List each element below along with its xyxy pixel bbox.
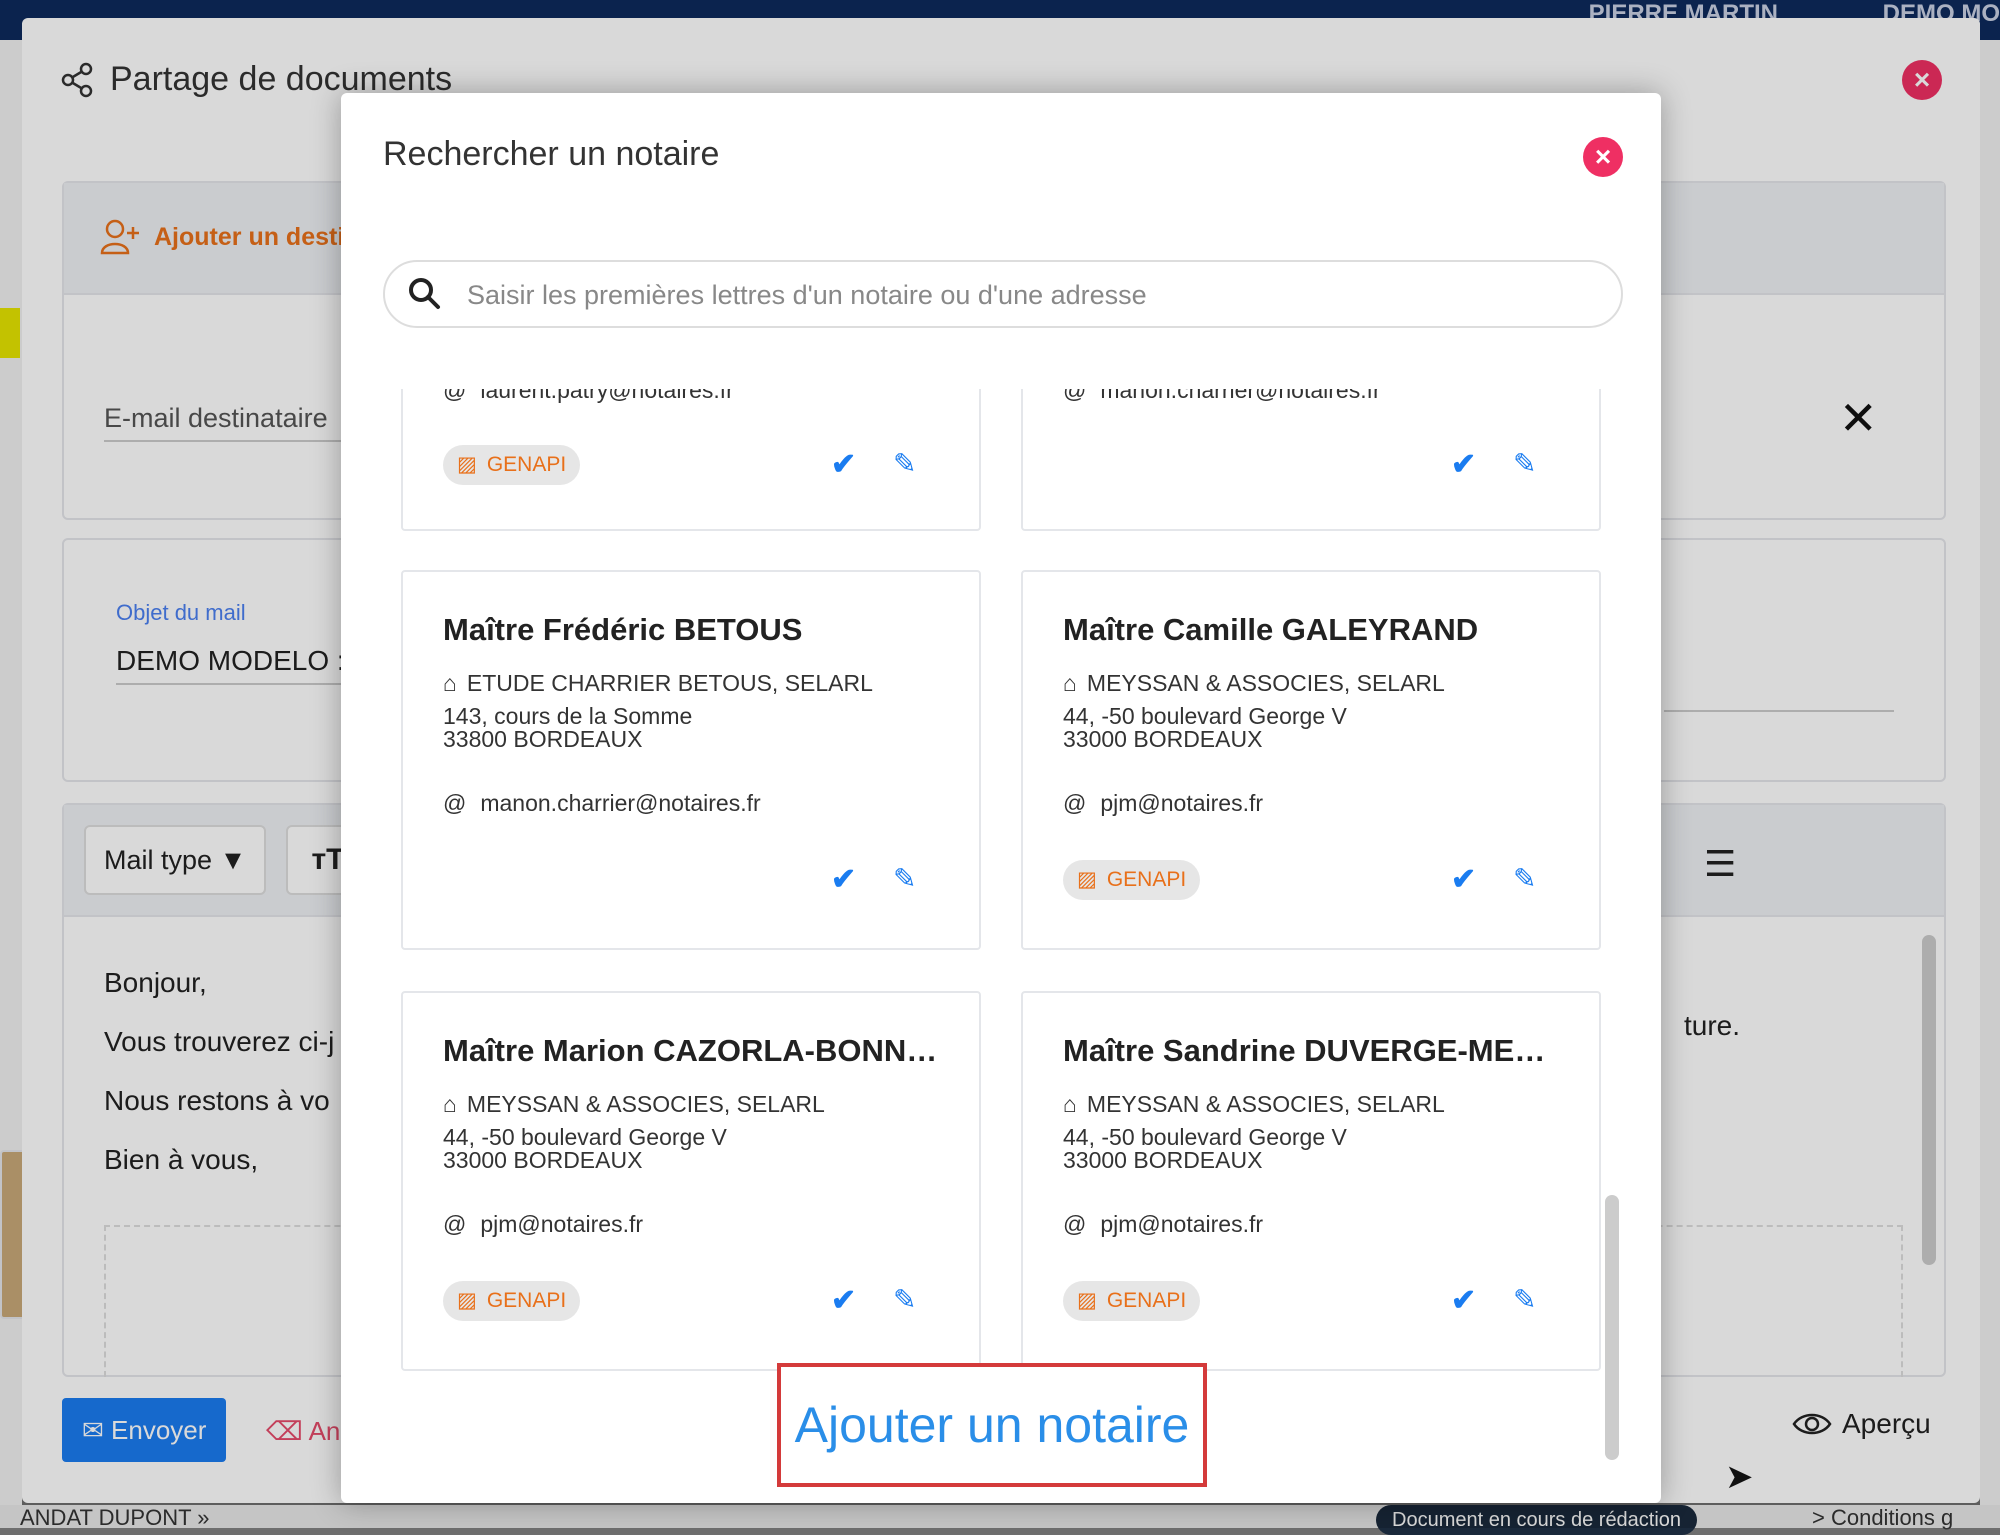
notary-email: pjm@notaires.fr: [480, 1211, 644, 1237]
notary-name: Maître Frédéric BETOUS: [443, 612, 803, 647]
address-line: 33800 BORDEAUX: [443, 726, 643, 752]
notary-card[interactable]: Maître Frédéric BETOUS ⌂ ETUDE CHARRIER B…: [401, 570, 981, 950]
notary-name: Maître Camille GALEYRAND: [1063, 612, 1479, 647]
notary-email-row: @ laurent.patry@notaires.fr: [443, 389, 734, 404]
search-modal-close-icon[interactable]: ×: [1583, 137, 1623, 177]
notary-email-row: @ manon.charrier@notaires.fr: [1063, 389, 1381, 404]
home-icon: ⌂: [1063, 1091, 1077, 1117]
notary-office-row: ⌂ MEYSSAN & ASSOCIES, SELARL: [443, 1091, 825, 1118]
address-line: 44, -50 boulevard George V: [1063, 703, 1347, 729]
edit-pencil-icon[interactable]: ✎: [893, 862, 916, 895]
notary-office: MEYSSAN & ASSOCIES, SELARL: [1086, 1091, 1445, 1117]
select-check-icon[interactable]: ✔: [1451, 447, 1476, 482]
mouse-cursor-icon: ➤: [1725, 1458, 1754, 1496]
notary-address: 44, -50 boulevard George V 33000 BORDEAUX: [1063, 1126, 1347, 1172]
edit-pencil-icon[interactable]: ✎: [1513, 447, 1536, 480]
genapi-logo-icon: ▨: [1077, 868, 1097, 891]
notary-email: manon.charrier@notaires.fr: [480, 790, 761, 816]
notary-email: manon.charrier@notaires.fr: [1100, 389, 1381, 403]
at-icon: @: [1063, 1211, 1087, 1237]
home-icon: ⌂: [1063, 670, 1077, 696]
genapi-logo-icon: ▨: [1077, 1289, 1097, 1312]
notary-email-row: @ pjm@notaires.fr: [1063, 790, 1263, 817]
notary-email: pjm@notaires.fr: [1100, 1211, 1264, 1237]
notary-name: Maître Marion CAZORLA-BONNA…: [443, 1033, 943, 1068]
badge-label: GENAPI: [1106, 868, 1187, 891]
at-icon: @: [1063, 389, 1087, 403]
address-line: 33000 BORDEAUX: [1063, 1147, 1263, 1173]
home-icon: ⌂: [443, 1091, 457, 1117]
address-line: 143, cours de la Somme: [443, 703, 693, 729]
genapi-badge: ▨ GENAPI: [1063, 1281, 1201, 1321]
notary-card[interactable]: @ laurent.patry@notaires.fr ▨ GENAPI ✔ ✎: [401, 389, 981, 531]
notary-address: 44, -50 boulevard George V 33000 BORDEAUX: [443, 1126, 727, 1172]
notary-results-list: @ laurent.patry@notaires.fr ▨ GENAPI ✔ ✎ @…: [341, 389, 1661, 1503]
badge-label: GENAPI: [1106, 1289, 1187, 1312]
address-line: 44, -50 boulevard George V: [443, 1124, 727, 1150]
notary-office: MEYSSAN & ASSOCIES, SELARL: [1086, 670, 1445, 696]
add-notary-button[interactable]: Ajouter un notaire: [777, 1363, 1207, 1487]
at-icon: @: [443, 1211, 467, 1237]
address-line: 44, -50 boulevard George V: [1063, 1124, 1347, 1150]
notary-email-row: @ manon.charrier@notaires.fr: [443, 790, 761, 817]
notary-office: ETUDE CHARRIER BETOUS, SELARL: [466, 670, 873, 696]
notary-card[interactable]: @ manon.charrier@notaires.fr ✔ ✎: [1021, 389, 1601, 531]
address-line: 33000 BORDEAUX: [443, 1147, 643, 1173]
notary-address: 143, cours de la Somme 33800 BORDEAUX: [443, 705, 692, 751]
at-icon: @: [443, 790, 467, 816]
notary-email: pjm@notaires.fr: [1100, 790, 1264, 816]
edit-pencil-icon[interactable]: ✎: [1513, 1283, 1536, 1316]
badge-label: GENAPI: [486, 1289, 567, 1312]
at-icon: @: [1063, 790, 1087, 816]
genapi-logo-icon: ▨: [457, 1289, 477, 1312]
edit-pencil-icon[interactable]: ✎: [1513, 862, 1536, 895]
select-check-icon[interactable]: ✔: [831, 447, 856, 482]
select-check-icon[interactable]: ✔: [831, 1283, 856, 1318]
notary-office-row: ⌂ MEYSSAN & ASSOCIES, SELARL: [1063, 670, 1445, 697]
notary-email-row: @ pjm@notaires.fr: [1063, 1211, 1263, 1238]
notary-email: laurent.patry@notaires.fr: [480, 389, 734, 403]
genapi-badge: ▨ GENAPI: [443, 445, 581, 485]
notary-card[interactable]: Maître Marion CAZORLA-BONNA… ⌂ MEYSSAN & …: [401, 991, 981, 1371]
notary-office-row: ⌂ MEYSSAN & ASSOCIES, SELARL: [1063, 1091, 1445, 1118]
notary-name: Maître Sandrine DUVERGE-MEYS…: [1063, 1033, 1563, 1068]
notary-office-row: ⌂ ETUDE CHARRIER BETOUS, SELARL: [443, 670, 873, 697]
badge-label: GENAPI: [486, 453, 567, 476]
genapi-badge: ▨ GENAPI: [443, 1281, 581, 1321]
notary-card[interactable]: Maître Camille GALEYRAND ⌂ MEYSSAN & ASSO…: [1021, 570, 1601, 950]
genapi-logo-icon: ▨: [457, 453, 477, 476]
notary-search-box: [383, 260, 1623, 328]
select-check-icon[interactable]: ✔: [831, 862, 856, 897]
search-icon: [409, 278, 440, 309]
notary-email-row: @ pjm@notaires.fr: [443, 1211, 643, 1238]
results-scrollbar[interactable]: [1605, 1195, 1619, 1460]
home-icon: ⌂: [443, 670, 457, 696]
edit-pencil-icon[interactable]: ✎: [893, 447, 916, 480]
notary-card[interactable]: Maître Sandrine DUVERGE-MEYS… ⌂ MEYSSAN &…: [1021, 991, 1601, 1371]
edit-pencil-icon[interactable]: ✎: [893, 1283, 916, 1316]
select-check-icon[interactable]: ✔: [1451, 862, 1476, 897]
at-icon: @: [443, 389, 467, 403]
search-modal-title: Rechercher un notaire: [383, 135, 720, 173]
notary-address: 44, -50 boulevard George V 33000 BORDEAUX: [1063, 705, 1347, 751]
select-check-icon[interactable]: ✔: [1451, 1283, 1476, 1318]
address-line: 33000 BORDEAUX: [1063, 726, 1263, 752]
notary-office: MEYSSAN & ASSOCIES, SELARL: [466, 1091, 825, 1117]
genapi-badge: ▨ GENAPI: [1063, 860, 1201, 900]
notary-search-input[interactable]: [465, 262, 1589, 328]
search-notary-modal: Rechercher un notaire × @ laurent.patry@n…: [341, 93, 1661, 1503]
